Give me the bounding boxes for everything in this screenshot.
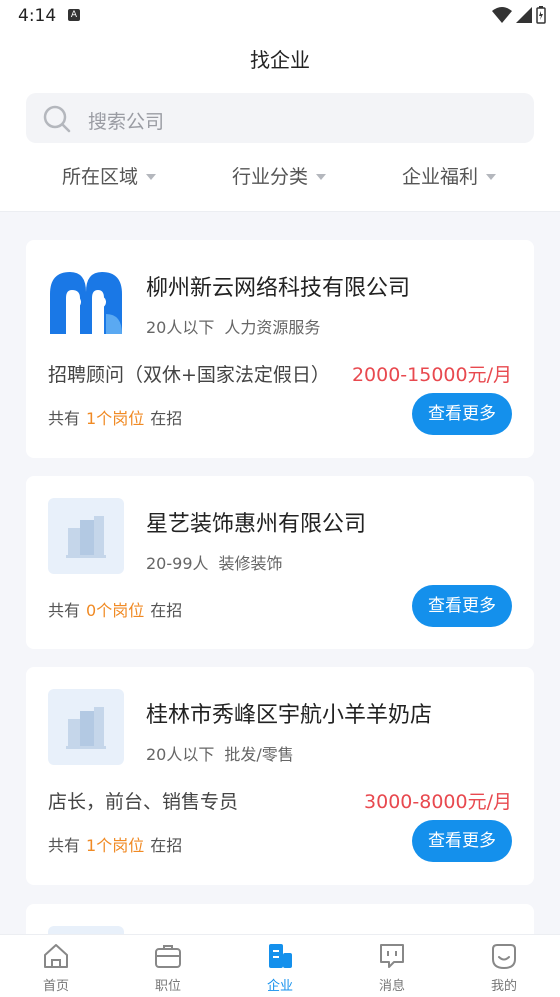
- caret-down-icon: [486, 173, 497, 180]
- filter-industry[interactable]: 行业分类: [232, 162, 327, 189]
- count-value: 0个岗位: [86, 601, 145, 620]
- job-count: 共有 0个岗位 在招: [48, 597, 182, 621]
- view-more-button[interactable]: 查看更多: [412, 393, 512, 435]
- status-icons: [492, 6, 546, 24]
- company-logo-placeholder: [48, 498, 124, 574]
- count-value: 1个岗位: [86, 836, 145, 855]
- signal-icon: [516, 7, 532, 23]
- job-title: 招聘顾问（双休+国家法定假日）: [48, 364, 330, 386]
- building-placeholder-icon: [66, 516, 106, 558]
- count-prefix: 共有: [48, 601, 81, 620]
- status-time: 4:14: [18, 6, 57, 26]
- company-card[interactable]: 桂林市秀峰区宇航小羊羊奶店 20人以下 批发/零售 店长，前台、销售专员 3000…: [26, 667, 534, 885]
- filter-region[interactable]: 所在区域: [62, 162, 157, 189]
- header: 找企业 搜索公司 所在区域 行业分类 企业福利: [0, 32, 560, 212]
- count-suffix: 在招: [150, 601, 183, 620]
- tab-profile-label: 我的: [490, 979, 517, 994]
- company-name: 柳州新云网络科技有限公司: [146, 276, 411, 301]
- company-name: 桂林市秀峰区宇航小羊羊奶店: [146, 703, 433, 728]
- job-salary: 3000-8000元/月: [364, 791, 512, 813]
- company-card[interactable]: 星艺装饰惠州有限公司 20-99人 装修装饰 共有 0个岗位 在招 查看更多: [26, 476, 534, 649]
- company-industry: 装修装饰: [218, 554, 283, 573]
- search-icon: [43, 105, 71, 133]
- tab-messages-label: 消息: [378, 979, 405, 994]
- wifi-icon: [492, 7, 512, 23]
- company-logo-placeholder: [48, 689, 124, 765]
- profile-icon: [492, 944, 516, 970]
- bottom-tab-bar: 首页 职位 企业 消息 我的: [0, 934, 560, 997]
- company-meta: 20人以下 人力资源服务: [146, 314, 320, 338]
- tab-jobs[interactable]: 职位: [112, 935, 224, 997]
- search-input[interactable]: 搜索公司: [26, 93, 534, 143]
- company-industry: 批发/零售: [224, 745, 294, 764]
- battery-icon: [536, 6, 546, 24]
- filter-region-label: 所在区域: [62, 166, 139, 188]
- company-size: 20人以下: [146, 745, 215, 764]
- company-logo: [50, 272, 122, 334]
- filter-benefits-label: 企业福利: [402, 166, 479, 188]
- count-suffix: 在招: [150, 409, 183, 428]
- count-prefix: 共有: [48, 836, 81, 855]
- count-suffix: 在招: [150, 836, 183, 855]
- job-count: 共有 1个岗位 在招: [48, 832, 182, 856]
- tab-messages[interactable]: 消息: [336, 935, 448, 997]
- building-icon: [269, 944, 292, 968]
- caret-down-icon: [316, 173, 327, 180]
- filter-benefits[interactable]: 企业福利: [402, 162, 497, 189]
- tab-companies[interactable]: 企业: [224, 935, 336, 997]
- home-icon: [44, 944, 68, 968]
- job-count: 共有 1个岗位 在招: [48, 405, 182, 429]
- view-more-button[interactable]: 查看更多: [412, 585, 512, 627]
- tab-companies-label: 企业: [266, 979, 293, 994]
- search-placeholder: 搜索公司: [88, 111, 165, 133]
- briefcase-icon: [155, 945, 181, 968]
- job-salary: 2000-15000元/月: [351, 364, 512, 386]
- filter-industry-label: 行业分类: [232, 166, 309, 188]
- caret-down-icon: [146, 173, 157, 180]
- count-prefix: 共有: [48, 409, 81, 428]
- company-name: 星艺装饰惠州有限公司: [146, 512, 367, 537]
- job-title: 店长，前台、销售专员: [48, 791, 239, 813]
- company-industry: 人力资源服务: [224, 318, 321, 337]
- status-bar: 4:14 A: [0, 0, 560, 32]
- company-meta: 20-99人 装修装饰: [146, 550, 283, 574]
- page-title: 找企业: [250, 48, 310, 72]
- tab-home-label: 首页: [42, 979, 69, 994]
- count-value: 1个岗位: [86, 409, 145, 428]
- company-card[interactable]: 柳州新云网络科技有限公司 20人以下 人力资源服务 招聘顾问（双休+国家法定假日）…: [26, 240, 534, 458]
- tab-jobs-label: 职位: [154, 979, 181, 994]
- tab-profile[interactable]: 我的: [448, 935, 560, 997]
- message-icon: [380, 944, 404, 968]
- company-size: 20-99人: [146, 554, 209, 573]
- company-meta: 20人以下 批发/零售: [146, 741, 294, 765]
- view-more-button[interactable]: 查看更多: [412, 820, 512, 862]
- notification-a-icon: A: [68, 9, 80, 21]
- tab-home[interactable]: 首页: [0, 935, 112, 997]
- building-placeholder-icon: [66, 707, 106, 749]
- company-size: 20人以下: [146, 318, 215, 337]
- filter-bar: 所在区域 行业分类 企业福利: [0, 162, 560, 192]
